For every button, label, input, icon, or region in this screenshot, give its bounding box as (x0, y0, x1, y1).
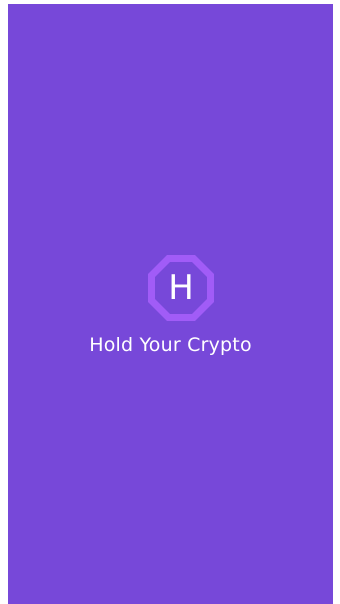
splash-screen: H Hold Your Crypto (8, 4, 333, 604)
app-name-text: Hold Your Crypto (89, 334, 252, 356)
splash-content: H Hold Your Crypto (8, 4, 333, 604)
logo-letter: H (168, 268, 194, 308)
app-logo-icon: H (145, 252, 217, 324)
